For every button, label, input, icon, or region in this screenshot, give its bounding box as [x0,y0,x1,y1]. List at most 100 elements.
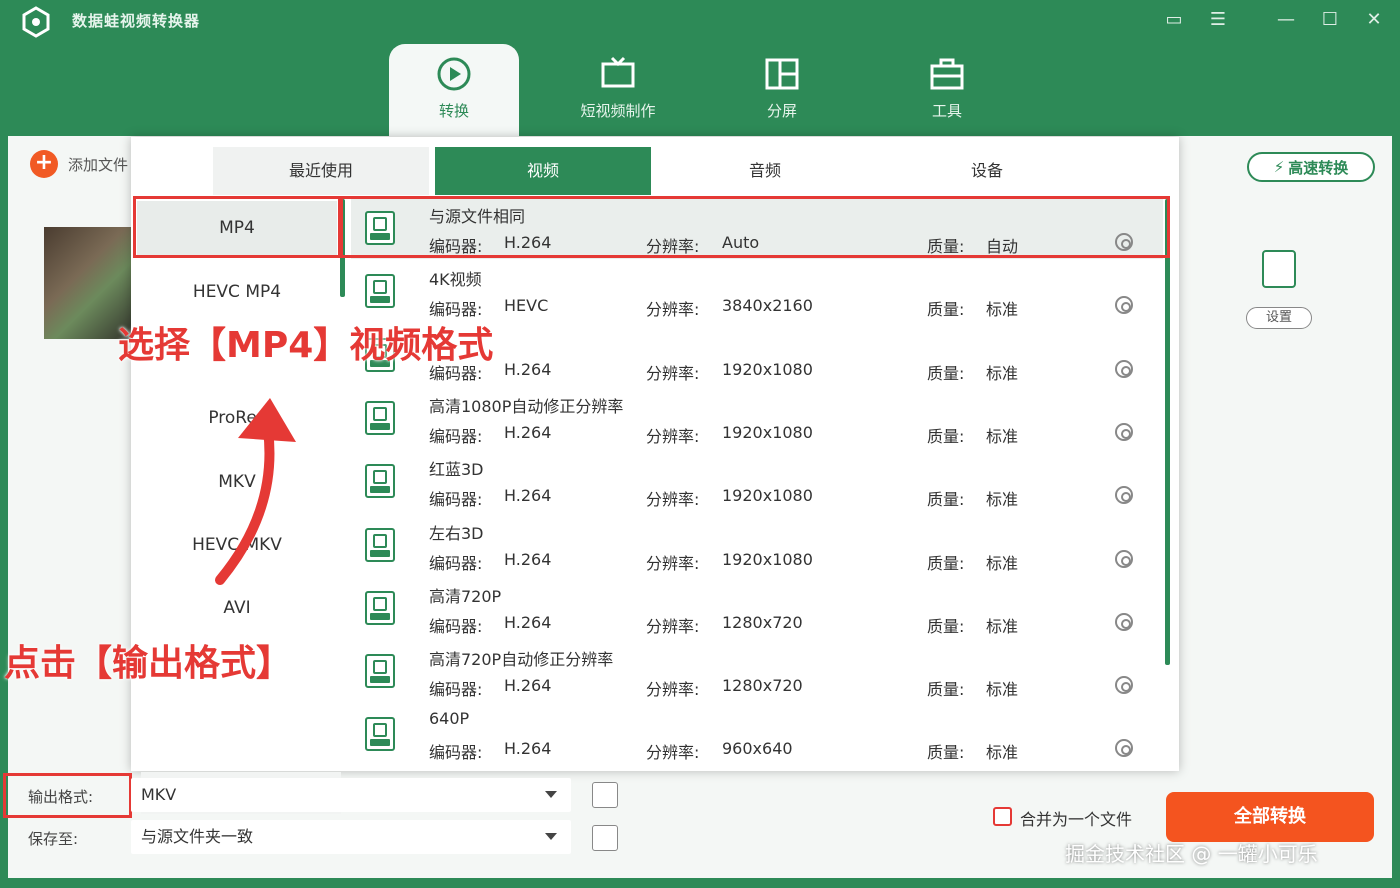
resolution-value: 960x640 [722,739,793,759]
quality-value: 标准 [986,616,1019,636]
gear-icon[interactable] [1115,676,1133,695]
codec-value: HEVC [504,296,549,316]
tab-convert[interactable]: 转换 [389,44,519,136]
gear-icon[interactable] [1115,486,1133,505]
app-logo-icon [22,6,50,38]
quality-label: 质量: [927,363,965,383]
video-file-icon [365,590,395,625]
quality-value: 自动 [986,237,1019,256]
resolution-label: 分辨率: [646,300,700,320]
minimize-icon[interactable]: — [1272,6,1300,34]
left-scrollbar[interactable] [340,199,345,297]
video-file-icon [365,717,395,752]
chevron-down-icon [545,791,557,798]
popup-tab-device[interactable]: 设备 [879,147,1095,195]
quality-value: 标准 [986,743,1019,763]
annotation-select-mp4: 选择【MP4】视频格式 [118,325,494,366]
preset-name: 4K视频 [429,270,482,290]
gear-icon[interactable] [1115,233,1133,251]
popup-tab-audio[interactable]: 音频 [657,147,873,195]
gear-icon[interactable] [1115,612,1133,631]
red-arrow-icon [215,398,296,585]
close-icon[interactable]: ✕ [1360,6,1388,34]
quality-value: 标准 [986,680,1019,700]
resolution-label: 分辨率: [646,553,700,573]
preset-row[interactable]: 红蓝3D 编码器: H.264 分辨率: 1920x1080 质量: 标准 [351,452,1163,512]
preset-name: 与源文件相同 [429,207,526,226]
gear-icon[interactable] [1115,296,1133,315]
preset-row[interactable]: 左右3D 编码器: H.264 分辨率: 1920x1080 质量: 标准 [351,516,1163,576]
preset-row[interactable]: 640P 编码器: H.264 分辨率: 960x640 质量: 标准 [351,705,1163,765]
codec-value: H.264 [504,486,552,506]
popup-tab-video[interactable]: 视频 [435,147,651,195]
preset-row[interactable]: 4K视频 编码器: HEVC 分辨率: 3840x2160 质量: 标准 [351,262,1163,322]
quality-value: 标准 [986,300,1019,320]
merge-checkbox[interactable] [993,807,1012,826]
gear-icon[interactable] [1115,739,1133,758]
popup-tab-recent[interactable]: 最近使用 [213,147,429,195]
convert-all-button[interactable]: 全部转换 [1166,792,1374,842]
preset-row[interactable]: 高清1080P自动修正分辨率 编码器: H.264 分辨率: 1920x1080 质量: 标… [351,389,1163,449]
quality-label: 质量: [927,616,965,636]
format-item-hevc-mp4[interactable]: HEVC MP4 [137,265,337,319]
resolution-value: 1920x1080 [722,486,813,506]
resolution-value: 1920x1080 [722,422,813,442]
gear-icon[interactable] [1115,422,1133,441]
save-to-value: 与源文件夹一致 [141,827,254,846]
codec-value: H.264 [504,676,552,696]
preset-name: 高清720P自动修正分辨率 [429,650,614,670]
resolution-label: 分辨率: [646,680,700,700]
tab-tools[interactable]: 工具 [882,44,1012,136]
gear-icon[interactable] [1115,359,1133,378]
watermark-text: 掘金技术社区 @ 一罐小可乐 [1065,842,1318,866]
quality-label: 质量: [927,680,965,700]
tab-label: 短视频制作 [580,102,656,120]
folder-icon[interactable] [592,825,618,851]
right-scrollbar[interactable] [1165,199,1170,665]
add-file-button[interactable]: + 添加文件 [30,150,128,178]
output-format-select[interactable]: MKV [131,778,571,812]
output-format-value: MKV [141,785,177,804]
fast-convert-button[interactable]: ⚡ 高速转换 [1247,152,1375,182]
quality-label: 质量: [927,743,965,763]
tab-short-video[interactable]: 短视频制作 [553,44,683,136]
app-title: 数据蛙视频转换器 [72,12,201,30]
quality-label: 质量: [927,237,965,256]
codec-label: 编码器: [429,680,483,700]
preset-row[interactable]: 高清720P 编码器: H.264 分辨率: 1280x720 质量: 标准 [351,579,1163,639]
split-screen-icon [765,58,799,90]
resolution-label: 分辨率: [646,426,700,446]
video-file-icon [365,527,395,562]
preset-name: 左右3D [429,523,484,543]
maximize-icon[interactable]: ☐ [1316,6,1344,34]
resolution-value: Auto [722,233,760,252]
title-bar: 数据蛙视频转换器 ▭ ☰ — ☐ ✕ [0,0,1400,40]
chevron-down-icon [545,833,557,840]
quality-value: 标准 [986,553,1019,573]
resolution-value: 3840x2160 [722,296,813,316]
feedback-icon[interactable]: ▭ [1160,6,1188,34]
codec-label: 编码器: [429,426,483,446]
resolution-value: 1920x1080 [722,359,813,379]
resolution-label: 分辨率: [646,363,700,383]
output-format-icon[interactable] [1262,250,1296,288]
tab-split-screen[interactable]: 分屏 [717,44,847,136]
format-settings-icon[interactable] [592,782,618,808]
settings-button[interactable]: 设置 [1246,307,1312,329]
resolution-label: 分辨率: [646,237,700,256]
quality-value: 标准 [986,363,1019,383]
save-to-select[interactable]: 与源文件夹一致 [131,820,571,854]
video-file-icon [365,654,395,689]
video-file-icon [365,274,395,309]
menu-icon[interactable]: ☰ [1204,6,1232,34]
tab-label: 工具 [931,102,962,120]
quality-label: 质量: [927,553,965,573]
codec-label: 编码器: [429,553,483,573]
preset-row[interactable]: 与源文件相同 编码器: H.264 分辨率: Auto 质量: 自动 [351,199,1163,259]
codec-value: H.264 [504,422,552,442]
format-item-mp4[interactable]: MP4 [137,201,337,255]
video-file-icon [365,211,395,245]
gear-icon[interactable] [1115,549,1133,568]
codec-value: H.264 [504,739,552,759]
preset-row[interactable]: 高清720P自动修正分辨率 编码器: H.264 分辨率: 1280x720 质量: 标准 [351,642,1163,702]
